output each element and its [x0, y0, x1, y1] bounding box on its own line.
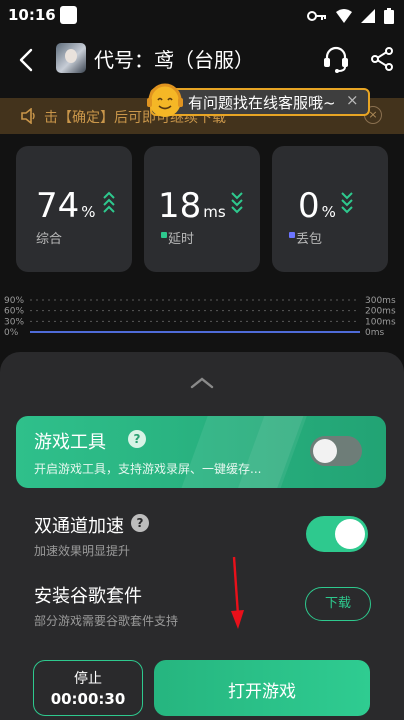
- open-game-button[interactable]: 打开游戏: [154, 660, 370, 716]
- signal-icon: [361, 9, 375, 23]
- toggle-knob: [313, 439, 337, 463]
- battery-icon: [384, 8, 394, 24]
- chart-right-tick-label: 300ms: [365, 296, 396, 306]
- stat-label: 综合: [36, 232, 63, 247]
- game-tools-card[interactable]: 游戏工具 ? 开启游戏工具，支持游戏录屏、一键缓存...: [16, 416, 386, 488]
- arrow-down-annotation: [231, 556, 244, 629]
- chart-right-tick-label: 100ms: [365, 317, 396, 327]
- chart-left-tick-label: 60%: [4, 307, 24, 317]
- download-button[interactable]: 下载: [305, 587, 371, 621]
- back-arrow-icon[interactable]: [14, 46, 40, 74]
- chevrons-up-icon: [103, 191, 115, 213]
- wifi-icon: [336, 9, 352, 23]
- bubble-close-button[interactable]: ×: [346, 91, 359, 109]
- dual-channel-title: 双通道加速: [34, 516, 124, 537]
- help-icon[interactable]: ?: [131, 514, 149, 532]
- customer-service-text[interactable]: 有问题找在线客服哦~: [188, 92, 336, 113]
- stat-label: 丢包: [296, 232, 323, 247]
- session-timer: 00:00:30: [50, 690, 126, 708]
- share-icon[interactable]: [370, 46, 394, 72]
- google-suite-title: 安装谷歌套件: [34, 586, 142, 607]
- chart-right-tick-label: 200ms: [365, 307, 396, 317]
- chevrons-down-icon: [231, 192, 243, 214]
- open-game-label: 打开游戏: [228, 682, 296, 702]
- stat-value: 74%: [36, 186, 96, 226]
- key-icon: [307, 11, 326, 21]
- dual-channel-subtitle: 加速效果明显提升: [34, 544, 131, 558]
- toggle-knob: [335, 519, 365, 549]
- stat-value: 18 ms: [158, 186, 226, 226]
- stat-card-overall: 74% 综合: [16, 146, 132, 272]
- stop-button[interactable]: 停止 00:00:30: [33, 660, 143, 716]
- game-tools-title: 游戏工具: [34, 432, 106, 453]
- chevrons-down-icon: [341, 192, 353, 214]
- speaker-icon: [21, 108, 35, 124]
- stat-card-packet-loss: 0% 丢包: [272, 146, 388, 272]
- status-bar: 10:16: [0, 0, 404, 32]
- stat-card-latency: 18 ms 延时: [144, 146, 260, 272]
- game-avatar: [56, 43, 86, 73]
- dual-channel-toggle[interactable]: [306, 516, 368, 552]
- status-icons: [307, 8, 394, 24]
- chevron-up-icon[interactable]: [189, 376, 215, 390]
- google-suite-subtitle: 部分游戏需要谷歌套件支持: [34, 614, 179, 628]
- latency-legend-dot: [161, 232, 167, 238]
- stat-value: 0%: [298, 186, 336, 226]
- game-tools-subtitle: 开启游戏工具，支持游戏录屏、一键缓存...: [34, 462, 262, 476]
- chart-left-tick-label: 90%: [4, 296, 24, 306]
- stop-label: 停止: [74, 671, 102, 687]
- chart-right-tick-label: 0ms: [365, 328, 384, 338]
- packet-loss-legend-dot: [289, 232, 295, 238]
- page-title: 代号：鸢（台服）: [94, 48, 254, 72]
- headset-icon[interactable]: [322, 44, 350, 74]
- latency-chart: 90% 300ms 60% 200ms 30% 100ms 0% 0ms: [4, 296, 396, 338]
- support-mascot-icon: [147, 83, 183, 117]
- top-nav-bar: 代号：鸢（台服）: [0, 38, 404, 82]
- sim-card-icon: [60, 6, 77, 24]
- status-time: 10:16: [8, 6, 56, 24]
- game-tools-toggle[interactable]: [310, 436, 362, 466]
- help-icon[interactable]: ?: [128, 430, 146, 448]
- chart-left-tick-label: 30%: [4, 317, 24, 327]
- chart-left-tick-label: 0%: [4, 328, 19, 338]
- stat-label: 延时: [168, 232, 195, 247]
